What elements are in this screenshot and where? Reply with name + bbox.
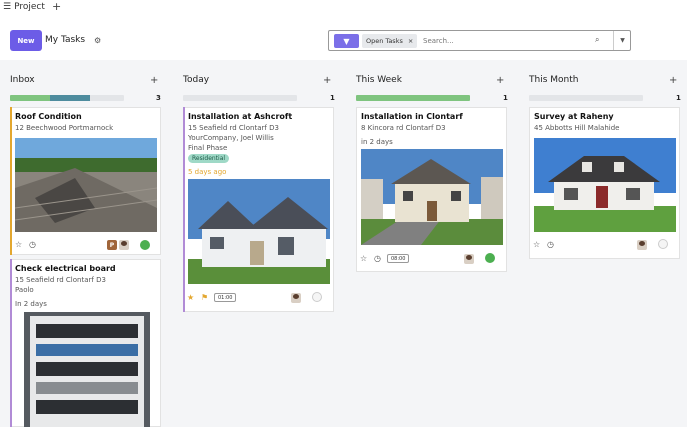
column-progress-inbox — [10, 95, 124, 101]
clock-icon[interactable]: ◷ — [374, 254, 381, 263]
star-icon[interactable]: ☆ — [533, 240, 540, 249]
column-add-button-this-week[interactable]: + — [496, 75, 504, 86]
column-title-inbox: Inbox — [10, 75, 35, 85]
gear-icon[interactable]: ⚙ — [94, 36, 101, 45]
column-add-button-this-month[interactable]: + — [669, 75, 677, 86]
new-button[interactable]: New — [10, 30, 42, 51]
column-title-this-month: This Month — [529, 75, 579, 85]
star-icon[interactable]: ☆ — [360, 254, 367, 263]
clock-icon[interactable]: ◷ — [547, 240, 554, 249]
search-options-dropdown[interactable]: ▼ — [613, 31, 631, 50]
card-accent — [183, 107, 185, 312]
kanban-card-survey-at-raheny[interactable]: Survey at Raheny 45 Abbotts Hill Malahid… — [529, 107, 680, 259]
roof-photo — [15, 138, 157, 232]
filter-icon: ▼ — [343, 36, 350, 46]
card-phase: Final Phase — [188, 144, 228, 152]
electrical-board-photo — [24, 312, 150, 427]
search-input[interactable] — [423, 35, 583, 47]
hamburger-icon: ☰ — [3, 2, 12, 12]
column-progress-today — [183, 95, 297, 101]
project-menu[interactable]: ☰ Project — [3, 2, 45, 12]
kanban-card-check-electrical-board[interactable]: Check electrical board 15 Seafield rd Cl… — [10, 259, 161, 427]
column-title-this-week: This Week — [356, 75, 402, 85]
search-facet: Open Tasks × — [362, 34, 418, 48]
status-dot[interactable] — [140, 240, 150, 250]
house-photo — [188, 179, 330, 284]
column-progress-this-week — [356, 95, 470, 101]
star-icon[interactable]: ☆ — [15, 240, 22, 249]
house-photo — [534, 138, 676, 232]
column-count-this-week: 1 — [503, 94, 508, 102]
kanban-card-roof-condition[interactable]: Roof Condition 12 Beechwood Portmarnock … — [10, 107, 161, 255]
caret-down-icon: ▼ — [620, 37, 625, 44]
column-count-today: 1 — [330, 94, 335, 102]
card-due: in 2 days — [361, 138, 393, 146]
facet-remove-button[interactable]: × — [408, 37, 413, 45]
card-address: 15 Seafield rd Clontarf D3 — [15, 276, 106, 284]
tag-badge: Residential — [188, 154, 230, 163]
card-title: Check electrical board — [15, 264, 116, 273]
facet-label: Open Tasks — [366, 37, 403, 45]
kanban-card-installation-in-clontarf[interactable]: Installation in Clontarf 8 Kincora rd Cl… — [356, 107, 507, 272]
status-dot[interactable] — [312, 292, 322, 302]
time-badge: 01:00 — [214, 293, 237, 302]
add-project-button[interactable]: + — [52, 0, 61, 13]
card-title: Installation at Ashcroft — [188, 112, 293, 121]
card-title: Installation in Clontarf — [361, 112, 463, 121]
column-add-button-today[interactable]: + — [323, 75, 331, 86]
status-dot[interactable] — [485, 253, 495, 263]
avatar — [291, 293, 301, 303]
column-progress-this-month — [529, 95, 643, 101]
card-title: Roof Condition — [15, 112, 82, 121]
avatar — [464, 254, 474, 264]
kanban-card-installation-at-ashcroft[interactable]: Installation at Ashcroft 15 Seafield rd … — [183, 107, 334, 312]
card-due: 5 days ago — [188, 168, 227, 176]
project-menu-label: Project — [14, 2, 45, 12]
avatar — [637, 240, 647, 250]
filter-toggle-button[interactable]: ▼ — [334, 34, 359, 48]
house-photo — [361, 149, 503, 245]
column-count-this-month: 1 — [676, 94, 681, 102]
card-person: Paolo — [15, 286, 34, 294]
avatar — [119, 240, 129, 250]
card-address: 45 Abbotts Hill Malahide — [534, 124, 620, 132]
card-address: 12 Beechwood Portmarnock — [15, 124, 114, 132]
search-icon[interactable]: ⌕ — [595, 35, 599, 45]
clock-icon[interactable]: ◷ — [29, 240, 36, 249]
search-bar: ▼ Open Tasks × ⌕ ▼ — [328, 30, 631, 51]
card-address: 8 Kincora rd Clontarf D3 — [361, 124, 446, 132]
status-dot[interactable] — [658, 239, 668, 249]
column-title-today: Today — [183, 75, 210, 85]
activity-icon[interactable]: ⚑ — [201, 293, 208, 302]
card-company: YourCompany, Joel Willis — [188, 134, 274, 142]
star-icon[interactable]: ★ — [187, 293, 194, 302]
top-bar: ☰ Project + New My Tasks ⚙ ▼ Open Tasks … — [0, 0, 687, 60]
card-title: Survey at Raheny — [534, 112, 614, 121]
avatar: P — [107, 240, 117, 250]
time-badge: 08:00 — [387, 254, 410, 263]
card-accent — [10, 259, 12, 427]
card-due: In 2 days — [15, 300, 47, 308]
column-add-button-inbox[interactable]: + — [150, 75, 158, 86]
card-accent — [10, 107, 12, 255]
card-address: 15 Seafield rd Clontarf D3 — [188, 124, 279, 132]
breadcrumb: My Tasks — [45, 35, 86, 45]
column-count-inbox: 3 — [156, 94, 161, 102]
